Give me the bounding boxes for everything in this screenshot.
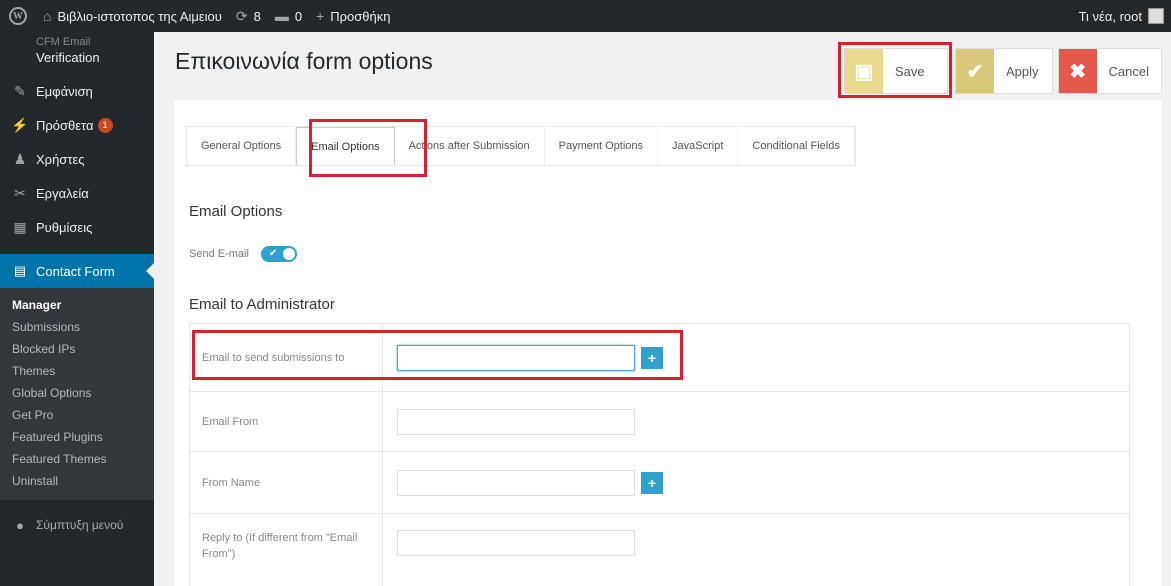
field-cell [382,513,1130,586]
sidebar-top-label: Verification [36,50,100,65]
save-icon: ▣ [845,49,883,93]
sidebar-item-label: Ρυθμίσεις [36,219,93,235]
tab-conditional-fields[interactable]: Conditional Fields [738,127,855,165]
site-name: Βιβλιο-ιστοτοπος της Αιμειου [57,8,222,24]
field-cell: + [382,323,1130,392]
sidebar-item-plugins[interactable]: ⚡ Πρόσθετα 1 [0,108,154,142]
email-options-heading: Email Options [189,203,283,220]
send-email-row: Send E-mail [189,246,297,262]
sidebar-item-label: Εργαλεία [36,185,89,201]
tab-email-options[interactable]: Email Options [296,127,395,165]
submenu-get-pro[interactable]: Get Pro [0,404,154,426]
updates-count: 8 [253,8,261,24]
table-row: Email From [189,391,1130,452]
admin-sidebar: CFM Email Verification ✎ Εμφάνιση ⚡ Πρόσ… [0,32,154,586]
wrench-icon: ✂ [14,184,26,201]
comments-link[interactable]: ▬ 0 [268,0,309,32]
email-to-label: Email to send submissions to [189,323,383,392]
field-cell [382,391,1130,452]
sidebar-item-label: Χρήστες [36,151,85,167]
email-from-label: Email From [189,391,383,452]
send-email-label: Send E-mail [189,248,249,260]
submenu-blocked-ips[interactable]: Blocked IPs [0,338,154,360]
close-icon: ✖ [1059,49,1097,93]
sidebar-top-faded: CFM Email [36,36,91,48]
email-to-admin-heading: Email to Administrator [189,296,335,313]
email-to-input[interactable] [397,344,635,371]
reply-to-input[interactable] [397,530,635,556]
admin-email-table: Email to send submissions to + Email Fro… [189,323,1130,586]
add-field-button[interactable]: + [641,346,663,369]
sidebar-item-settings[interactable]: ▦ Ρυθμίσεις [0,210,154,244]
new-content-link[interactable]: + Προσθήκη [309,0,397,32]
apply-button[interactable]: ✔ Apply [955,48,1053,94]
sidebar-item-cfm-email-verification[interactable]: CFM Email Verification [0,32,154,66]
wordpress-icon: W [9,7,27,25]
save-label: Save [895,63,925,79]
apply-label: Apply [1006,63,1039,79]
sidebar-item-label: Εμφάνιση [36,83,93,99]
send-email-toggle[interactable] [260,246,297,262]
from-name-input[interactable] [397,469,635,496]
comment-icon: ▬ [274,8,289,24]
from-name-label: From Name [189,451,383,514]
form-icon: ▤ [13,263,27,278]
wordpress-logo-menu[interactable]: W [0,0,36,32]
options-tabs: General Options Email Options Actions af… [186,126,856,166]
avatar [1148,8,1164,24]
update-badge: 1 [97,117,113,133]
tab-javascript[interactable]: JavaScript [658,127,739,165]
table-row: Email to send submissions to + [189,323,1130,392]
table-row: Reply to (If different from "Email From"… [189,513,1130,586]
refresh-icon: ⟳ [235,7,248,24]
submenu-themes[interactable]: Themes [0,360,154,382]
sidebar-current-label: Contact Form [36,263,115,279]
site-name-link[interactable]: ⌂ Βιβλιο-ιστοτοπος της Αιμειου [36,0,229,32]
collapse-menu-button[interactable]: ● Σύμπτυξη μενού [0,508,154,542]
cancel-button[interactable]: ✖ Cancel [1058,48,1162,94]
reply-to-label: Reply to (If different from "Email From"… [189,513,383,586]
sidebar-item-tools[interactable]: ✂ Εργαλεία [0,176,154,210]
sidebar-item-appearance[interactable]: ✎ Εμφάνιση [0,74,154,108]
tab-payment-options[interactable]: Payment Options [545,127,659,165]
brush-icon: ✎ [14,82,26,99]
table-row: From Name + [189,451,1130,514]
submenu-featured-plugins[interactable]: Featured Plugins [0,426,154,448]
updates-link[interactable]: ⟳ 8 [229,0,268,32]
plus-icon: + [316,8,325,24]
cancel-label: Cancel [1108,63,1149,79]
submenu-manager[interactable]: Manager [0,294,154,316]
submenu-global-options[interactable]: Global Options [0,382,154,404]
submenu-submissions[interactable]: Submissions [0,316,154,338]
collapse-label: Σύμπτυξη μενού [36,518,124,532]
comments-count: 0 [294,8,303,24]
email-from-input[interactable] [397,408,635,435]
my-account-link[interactable]: Τι νέα, root [1072,0,1171,32]
save-button[interactable]: ▣ Save [844,48,948,94]
current-menu-arrow [146,263,154,279]
page-title: Επικοινωνία form options [175,48,433,74]
sidebar-item-label: Πρόσθετα [36,117,94,133]
contact-form-submenu: Manager Submissions Blocked IPs Themes G… [0,288,154,500]
users-icon: ♟ [13,150,27,167]
plugin-icon: ⚡ [11,116,29,133]
submenu-featured-themes[interactable]: Featured Themes [0,448,154,470]
sidebar-item-users[interactable]: ♟ Χρήστες [0,142,154,176]
tab-general-options[interactable]: General Options [187,127,297,165]
collapse-icon: ● [16,517,24,533]
submenu-uninstall[interactable]: Uninstall [0,470,154,492]
check-icon: ✔ [956,49,994,93]
home-icon: ⌂ [43,8,52,24]
sidebar-item-contact-form[interactable]: ▤ Contact Form [0,254,154,288]
new-label: Προσθήκη [330,8,391,24]
greeting: Τι νέα, root [1078,8,1142,24]
settings-icon: ▦ [13,218,27,235]
field-cell: + [382,451,1130,514]
admin-bar: W ⌂ Βιβλιο-ιστοτοπος της Αιμειου ⟳ 8 ▬ 0… [0,0,1171,32]
tab-actions-after-submission[interactable]: Actions after Submission [395,127,545,165]
add-field-button[interactable]: + [641,471,663,494]
